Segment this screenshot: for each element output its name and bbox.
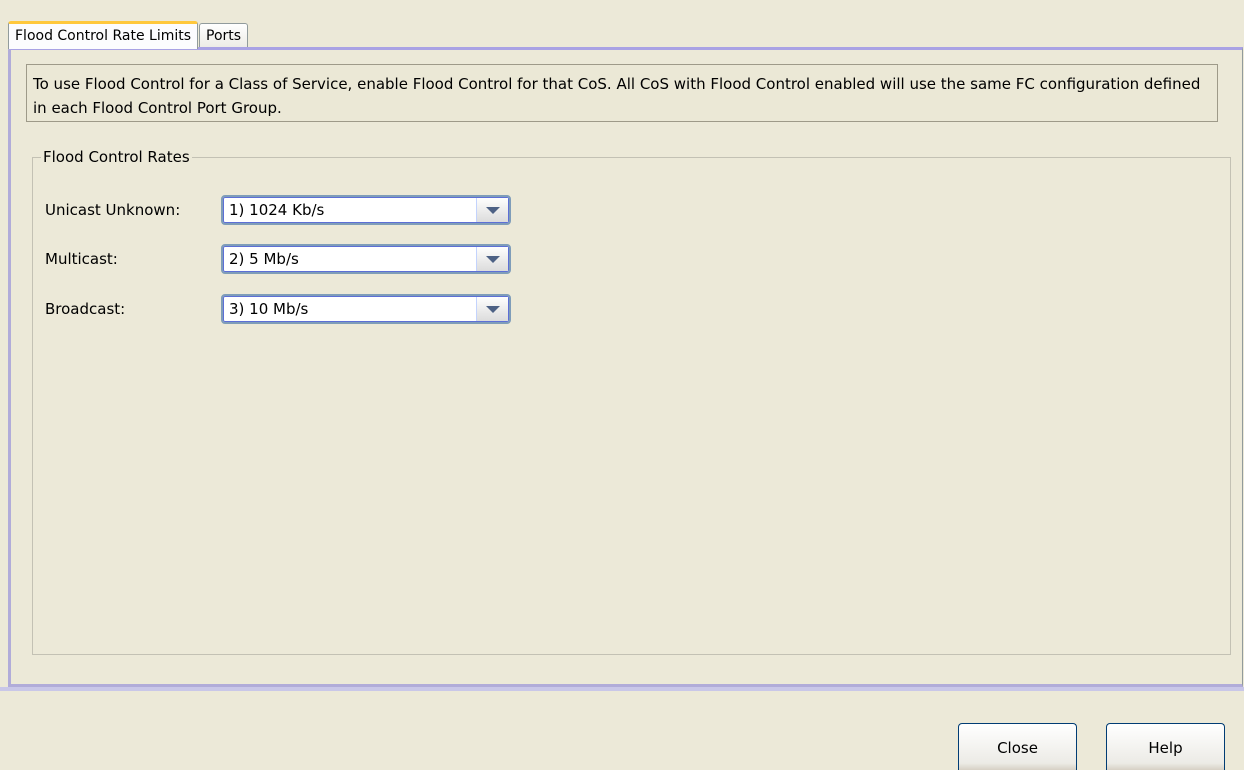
tab-panel: To use Flood Control for a Class of Serv…	[8, 47, 1243, 687]
group-title: Flood Control Rates	[41, 147, 192, 167]
multicast-dropdown-button[interactable]	[476, 247, 508, 271]
unicast-unknown-label: Unicast Unknown:	[45, 201, 181, 219]
chevron-down-icon	[485, 305, 500, 313]
broadcast-row: Broadcast: 3) 10 Mb/s	[45, 294, 511, 324]
multicast-label: Multicast:	[45, 250, 118, 268]
chevron-down-icon	[485, 255, 500, 263]
unicast-unknown-row: Unicast Unknown: 1) 1024 Kb/s	[45, 195, 511, 225]
tab-bar: Flood Control Rate Limits Ports	[8, 20, 249, 49]
footer-divider	[0, 687, 1244, 691]
broadcast-select[interactable]: 3) 10 Mb/s	[221, 294, 511, 324]
broadcast-label: Broadcast:	[45, 300, 126, 318]
unicast-unknown-value: 1) 1024 Kb/s	[229, 201, 325, 219]
broadcast-dropdown-button[interactable]	[476, 297, 508, 321]
close-button[interactable]: Close	[958, 723, 1077, 770]
chevron-down-icon	[485, 206, 500, 214]
tab-ports[interactable]: Ports	[199, 23, 249, 48]
multicast-row: Multicast: 2) 5 Mb/s	[45, 244, 511, 274]
flood-control-rates-group: Flood Control Rates Unicast Unknown: 1) …	[32, 147, 1231, 655]
multicast-value: 2) 5 Mb/s	[229, 250, 299, 268]
flood-control-dialog: Flood Control Rate Limits Ports To use F…	[0, 0, 1244, 770]
unicast-unknown-select[interactable]: 1) 1024 Kb/s	[221, 195, 511, 225]
unicast-unknown-dropdown-button[interactable]	[476, 198, 508, 222]
broadcast-value: 3) 10 Mb/s	[229, 300, 309, 318]
multicast-select[interactable]: 2) 5 Mb/s	[221, 244, 511, 274]
info-text: To use Flood Control for a Class of Serv…	[26, 64, 1218, 122]
help-button[interactable]: Help	[1106, 723, 1225, 770]
tab-flood-control-rate-limits[interactable]: Flood Control Rate Limits	[8, 21, 199, 49]
